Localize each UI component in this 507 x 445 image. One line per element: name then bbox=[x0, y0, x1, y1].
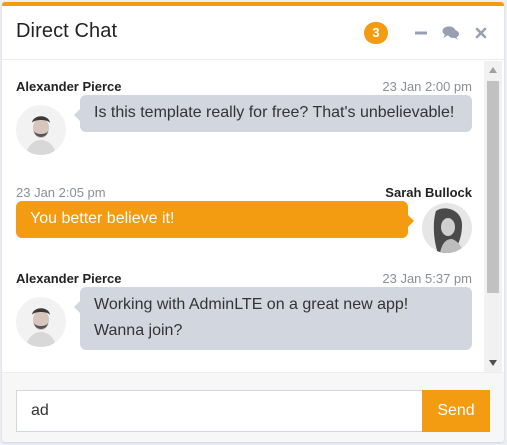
user-avatar-image bbox=[16, 297, 66, 347]
message-bubble: You better believe it! bbox=[16, 201, 414, 238]
message-timestamp: 23 Jan 5:37 pm bbox=[382, 271, 472, 286]
close-button[interactable] bbox=[472, 22, 490, 44]
scroll-down-button[interactable] bbox=[484, 354, 502, 372]
scroll-up-button[interactable] bbox=[484, 61, 502, 79]
message-bubble: Is this template really for free? That's… bbox=[74, 95, 472, 132]
messages-panel[interactable]: Alexander Pierce 23 Jan 2:00 pm Is this … bbox=[2, 61, 484, 372]
sender-name: Alexander Pierce bbox=[16, 79, 122, 94]
minus-icon bbox=[415, 31, 427, 35]
send-button[interactable]: Send bbox=[422, 390, 490, 432]
close-icon bbox=[475, 27, 487, 39]
message-bubble: Working with AdminLTE on a great new app… bbox=[74, 287, 472, 350]
avatar bbox=[16, 105, 66, 155]
message-timestamp: 23 Jan 2:00 pm bbox=[382, 79, 472, 94]
message-timestamp: 23 Jan 2:05 pm bbox=[16, 185, 106, 200]
card-header: Direct Chat 3 bbox=[2, 6, 504, 60]
caret-up-icon bbox=[489, 67, 497, 73]
user-avatar-image bbox=[422, 203, 472, 253]
caret-down-icon bbox=[489, 360, 497, 366]
card-footer: Send bbox=[2, 372, 504, 442]
new-messages-badge: 3 bbox=[364, 22, 388, 44]
chat-message: Alexander Pierce 23 Jan 5:37 pm Working … bbox=[16, 271, 472, 363]
user-avatar-image bbox=[16, 105, 66, 155]
chat-message: Sarah Bullock 23 Jan 2:05 pm You better … bbox=[16, 185, 472, 255]
card-title: Direct Chat bbox=[16, 20, 118, 42]
contacts-button[interactable] bbox=[442, 22, 460, 44]
message-input[interactable] bbox=[16, 390, 422, 432]
avatar bbox=[422, 203, 472, 253]
sender-name: Alexander Pierce bbox=[16, 271, 122, 286]
card-tools: 3 bbox=[364, 22, 490, 44]
avatar bbox=[16, 297, 66, 347]
scrollbar-thumb[interactable] bbox=[487, 81, 499, 293]
chat-message: Alexander Pierce 23 Jan 2:00 pm Is this … bbox=[16, 79, 472, 171]
message-input-group: Send bbox=[16, 390, 490, 432]
sender-name: Sarah Bullock bbox=[385, 185, 472, 200]
comments-icon bbox=[442, 26, 459, 40]
direct-chat-card: Direct Chat 3 Alexander Pierce 23 Jan 2:… bbox=[2, 2, 504, 442]
messages-scrollbar[interactable] bbox=[484, 61, 502, 372]
collapse-button[interactable] bbox=[412, 22, 430, 44]
